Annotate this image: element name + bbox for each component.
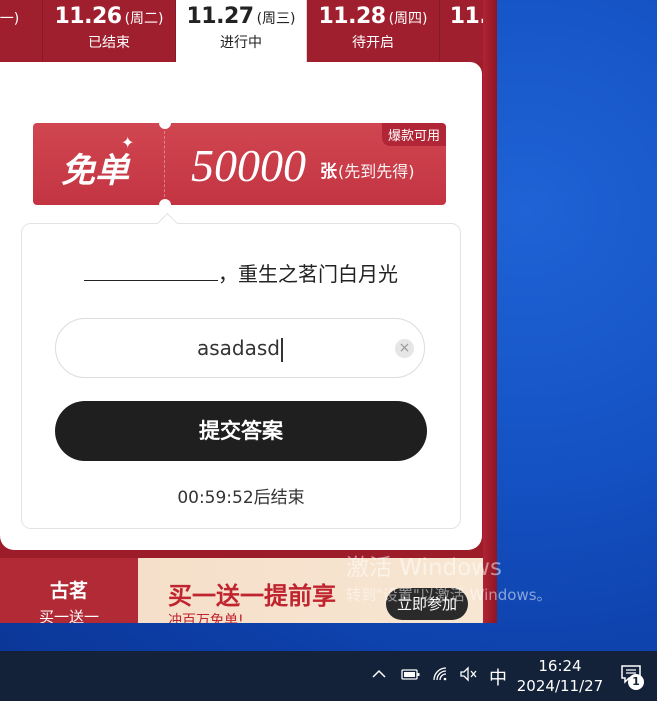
- banner-subline: 冲百万免单!: [168, 613, 244, 623]
- coupon-divider: [164, 131, 165, 197]
- volume-muted-icon[interactable]: [459, 666, 479, 687]
- banner-headline: 买一送一提前享: [168, 581, 336, 610]
- ime-indicator[interactable]: 中: [489, 664, 507, 690]
- answer-input[interactable]: asadasd ×: [55, 318, 425, 378]
- date-tab-date: 11.: [449, 4, 488, 29]
- free-order-coupon: 免单 ✦ 50000 张 (先到先得) 爆款可用: [33, 123, 446, 205]
- coupon-notch-top: [159, 123, 171, 129]
- taskbar-clock[interactable]: 16:24 2024/11/27: [513, 656, 607, 696]
- question-label: ，重生之茗门白月光: [218, 262, 398, 286]
- banner-brand: 古茗: [49, 580, 88, 602]
- question-card: ，重生之茗门白月光 asadasd × 提交答案 00:59:52后结束: [21, 212, 461, 529]
- date-tab-1126[interactable]: 11.26 (周二) 已结束: [43, 0, 176, 62]
- question-text: ，重生之茗门白月光: [22, 258, 460, 287]
- date-tab-date: 11.26: [54, 4, 122, 29]
- banner-brand-block: 古茗 买一送一: [0, 558, 138, 623]
- coupon-count: 50000: [191, 140, 306, 191]
- clear-icon[interactable]: ×: [395, 339, 414, 358]
- date-tab-strip: 周一) 11.26(周二) 已结束 11.27(周三) 进行中 11.28(周四…: [0, 0, 488, 62]
- card-pointer: [156, 212, 179, 235]
- clock-time: 16:24: [538, 657, 582, 675]
- clock-date: 2024/11/27: [516, 677, 604, 695]
- coupon-unit: 张: [320, 162, 337, 182]
- date-tab-weekday: (周三): [256, 11, 296, 27]
- date-tab-status: 待开启: [352, 35, 394, 51]
- date-tab-1127-active[interactable]: 11.27 (周三) 进行中: [176, 0, 307, 62]
- coupon-note: (先到先得): [338, 162, 415, 181]
- coupon-badge: 爆款可用: [381, 123, 446, 146]
- date-tab-date: 11.28: [318, 4, 386, 29]
- date-tab-monday[interactable]: 周一): [0, 0, 43, 62]
- taskbar: 中 16:24 2024/11/27 1: [0, 651, 657, 701]
- date-tab-status: 已结束: [88, 35, 130, 51]
- submit-answer-button[interactable]: 提交答案: [55, 401, 427, 461]
- date-tab-weekday: 周一): [0, 11, 20, 27]
- watermark-subtitle: 转到"设置"以激活 Windows。: [346, 586, 552, 604]
- answer-value: asadasd: [197, 336, 280, 360]
- date-tab-status: 进行中: [220, 35, 262, 51]
- text-caret: [281, 337, 283, 362]
- date-tab-date: 11.27: [186, 4, 254, 29]
- notification-icon[interactable]: 1: [620, 664, 644, 690]
- notification-badge: 1: [628, 674, 644, 690]
- date-tab-next[interactable]: 11.: [440, 0, 497, 62]
- coupon-free-label: 免单: [61, 151, 129, 191]
- countdown-timer: 00:59:52后结束: [177, 488, 305, 508]
- banner-brand-sub: 买一送一: [38, 608, 99, 623]
- date-tab-weekday: (周四): [388, 11, 428, 27]
- app-window: 周一) 11.26(周二) 已结束 11.27(周三) 进行中 11.28(周四…: [0, 0, 497, 623]
- watermark-title: 激活 Windows: [346, 555, 502, 581]
- sparkle-icon: ✦: [121, 133, 135, 152]
- quiz-modal: 免单 ✦ 50000 张 (先到先得) 爆款可用 ，重生之茗门白月光 asada…: [0, 62, 482, 550]
- wifi-icon[interactable]: [432, 666, 450, 687]
- chevron-up-icon[interactable]: [371, 666, 387, 687]
- date-tab-weekday: (周二): [124, 11, 164, 27]
- coupon-notch-bottom: [159, 199, 171, 205]
- battery-icon[interactable]: [401, 666, 421, 687]
- date-tab-1128[interactable]: 11.28 (周四) 待开启: [307, 0, 440, 62]
- answer-blank: [84, 262, 218, 281]
- activate-windows-watermark: 激活 Windows 转到"设置"以激活 Windows。: [346, 548, 552, 605]
